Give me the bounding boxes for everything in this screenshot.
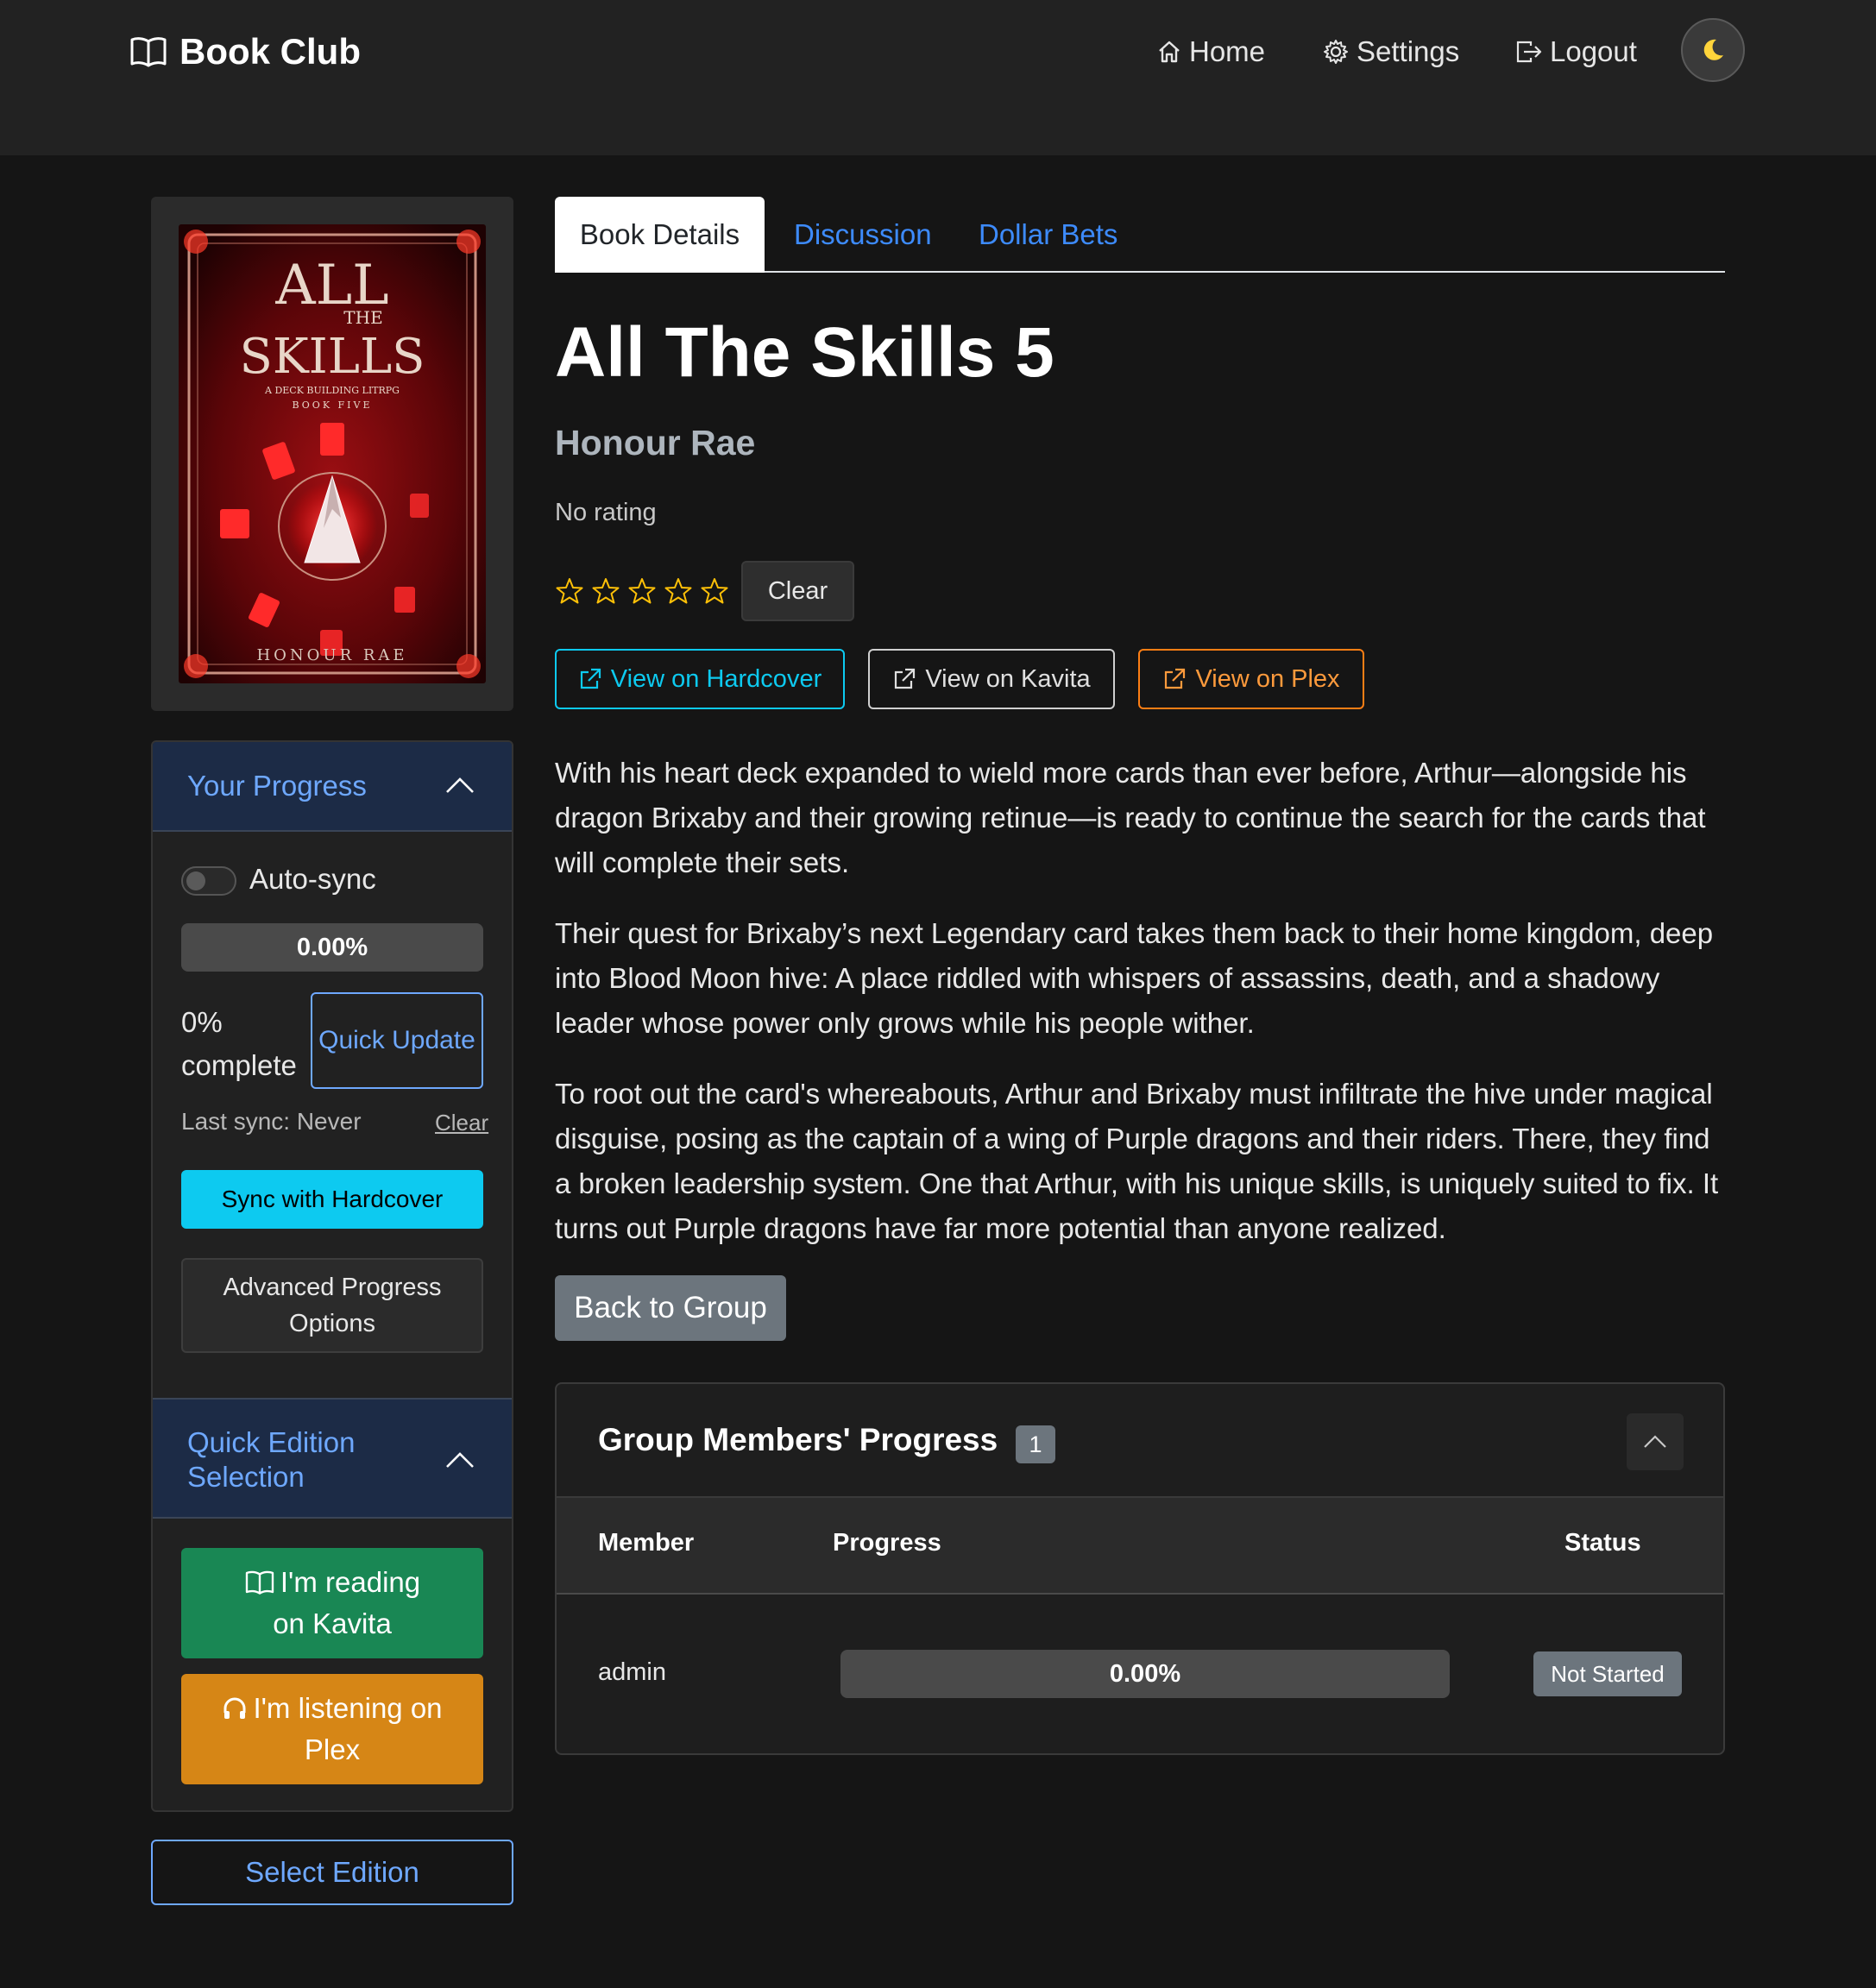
select-edition-button[interactable]: Select Edition [151, 1840, 513, 1905]
cover-title-line2: THE [343, 307, 382, 328]
cover-author: HONOUR RAE [256, 646, 407, 664]
cover-card: ALL THE SKILLS A DECK BUILDING LITRPG BO… [151, 197, 513, 711]
brand[interactable]: Book Club [129, 31, 361, 72]
description-paragraph: Their quest for Brixaby’s next Legendary… [555, 917, 1714, 1039]
star-rating[interactable] [555, 576, 729, 606]
book-title: All The Skills 5 [555, 313, 1054, 392]
nav-logout-label: Logout [1550, 35, 1637, 67]
cover-title-line3: SKILLS [239, 329, 425, 385]
quick-update-button[interactable]: Quick Update [311, 992, 483, 1089]
group-members-title: Group Members' Progress [598, 1422, 998, 1457]
star-icon[interactable] [591, 576, 620, 606]
external-link-icon [892, 667, 916, 691]
cover-subtitle-line2: BOOK FIVE [293, 399, 373, 411]
home-icon [1156, 39, 1182, 65]
chevron-up-icon[interactable] [444, 775, 475, 796]
book-icon [129, 35, 167, 68]
tab-bar: Book Details Discussion Dollar Bets [555, 197, 1725, 273]
your-progress-title: Your Progress [187, 770, 367, 802]
rating-text: No rating [555, 499, 657, 526]
listening-on-plex-button[interactable]: I'm listening on Plex [181, 1674, 483, 1784]
star-icon[interactable] [664, 576, 693, 606]
nav-logout[interactable]: Logout [1515, 31, 1637, 72]
view-on-kavita-button[interactable]: View on Kavita [868, 649, 1115, 709]
nav-home-label: Home [1189, 35, 1266, 67]
member-count-badge: 1 [1016, 1425, 1055, 1463]
gear-icon [1322, 38, 1350, 66]
column-header-member: Member [598, 1529, 695, 1557]
cover-subtitle-line1: A DECK BUILDING LITRPG [264, 385, 400, 396]
external-link-icon [578, 667, 602, 691]
view-on-hardcover-button[interactable]: View on Hardcover [555, 649, 845, 709]
moon-icon [1699, 36, 1727, 64]
brand-label: Book Club [179, 31, 361, 72]
tab-book-details[interactable]: Book Details [555, 197, 765, 273]
star-icon[interactable] [555, 576, 584, 606]
view-on-plex-button[interactable]: View on Plex [1138, 649, 1364, 709]
book-cover-image: ALL THE SKILLS A DECK BUILDING LITRPG BO… [179, 224, 486, 683]
edition-selection-header[interactable]: Quick Edition Selection [153, 1398, 512, 1519]
view-on-hardcover-label: View on Hardcover [610, 664, 822, 693]
book-icon [244, 1570, 275, 1595]
column-header-status: Status [1564, 1529, 1641, 1557]
status-badge: Not Started [1533, 1651, 1682, 1696]
autosync-label: Auto-sync [249, 863, 376, 895]
sync-hardcover-button[interactable]: Sync with Hardcover [181, 1170, 483, 1229]
percent-complete-text: 0% complete [181, 1006, 297, 1081]
clear-sync-link[interactable]: Clear [435, 1110, 488, 1136]
star-icon[interactable] [627, 576, 657, 606]
member-progress-bar: 0.00% [840, 1650, 1450, 1698]
chevron-up-icon [1643, 1434, 1667, 1450]
table-header: Member Progress Status [557, 1496, 1723, 1595]
nav-settings[interactable]: Settings [1322, 31, 1459, 72]
nav-home[interactable]: Home [1156, 31, 1265, 72]
edition-selection-title: Quick Edition Selection [187, 1426, 356, 1493]
external-link-icon [1162, 667, 1187, 691]
clear-rating-button[interactable]: Clear [741, 561, 854, 621]
chevron-up-icon[interactable] [444, 1450, 475, 1470]
view-on-plex-label: View on Plex [1195, 664, 1340, 693]
description-paragraph: With his heart deck expanded to wield mo… [555, 757, 1706, 878]
nav-settings-label: Settings [1357, 35, 1460, 67]
tab-dollar-bets[interactable]: Dollar Bets [979, 197, 1117, 273]
advanced-progress-button[interactable]: Advanced Progress Options [181, 1258, 483, 1353]
autosync-toggle[interactable] [181, 866, 236, 896]
theme-toggle-button[interactable] [1681, 18, 1745, 82]
navbar: Book Club Home Settings Logout [0, 0, 1876, 155]
star-icon[interactable] [700, 576, 729, 606]
member-progress-label: 0.00% [1109, 1659, 1181, 1688]
member-name: admin [598, 1658, 666, 1686]
progress-bar: 0.00% [181, 923, 483, 972]
last-sync-text: Last sync: Never [181, 1108, 362, 1135]
logout-icon [1515, 39, 1543, 65]
your-progress-header[interactable]: Your Progress [153, 742, 512, 832]
tab-discussion[interactable]: Discussion [794, 197, 932, 273]
description-paragraph: To root out the card's whereabouts, Arth… [555, 1078, 1719, 1244]
book-author: Honour Rae [555, 423, 756, 462]
progress-bar-label: 0.00% [296, 933, 368, 961]
progress-panel: Your Progress Auto-sync 0.00% 0% complet… [151, 740, 513, 1812]
view-on-kavita-label: View on Kavita [925, 664, 1091, 693]
reading-on-kavita-label: I'm reading on Kavita [273, 1566, 421, 1639]
headphones-icon [222, 1695, 248, 1721]
group-members-card: Group Members' Progress 1 Member Progres… [555, 1382, 1725, 1755]
column-header-progress: Progress [833, 1529, 941, 1557]
listening-on-plex-label: I'm listening on Plex [253, 1692, 443, 1765]
collapse-button[interactable] [1627, 1413, 1684, 1470]
reading-on-kavita-button[interactable]: I'm reading on Kavita [181, 1548, 483, 1658]
back-to-group-button[interactable]: Back to Group [555, 1275, 786, 1341]
